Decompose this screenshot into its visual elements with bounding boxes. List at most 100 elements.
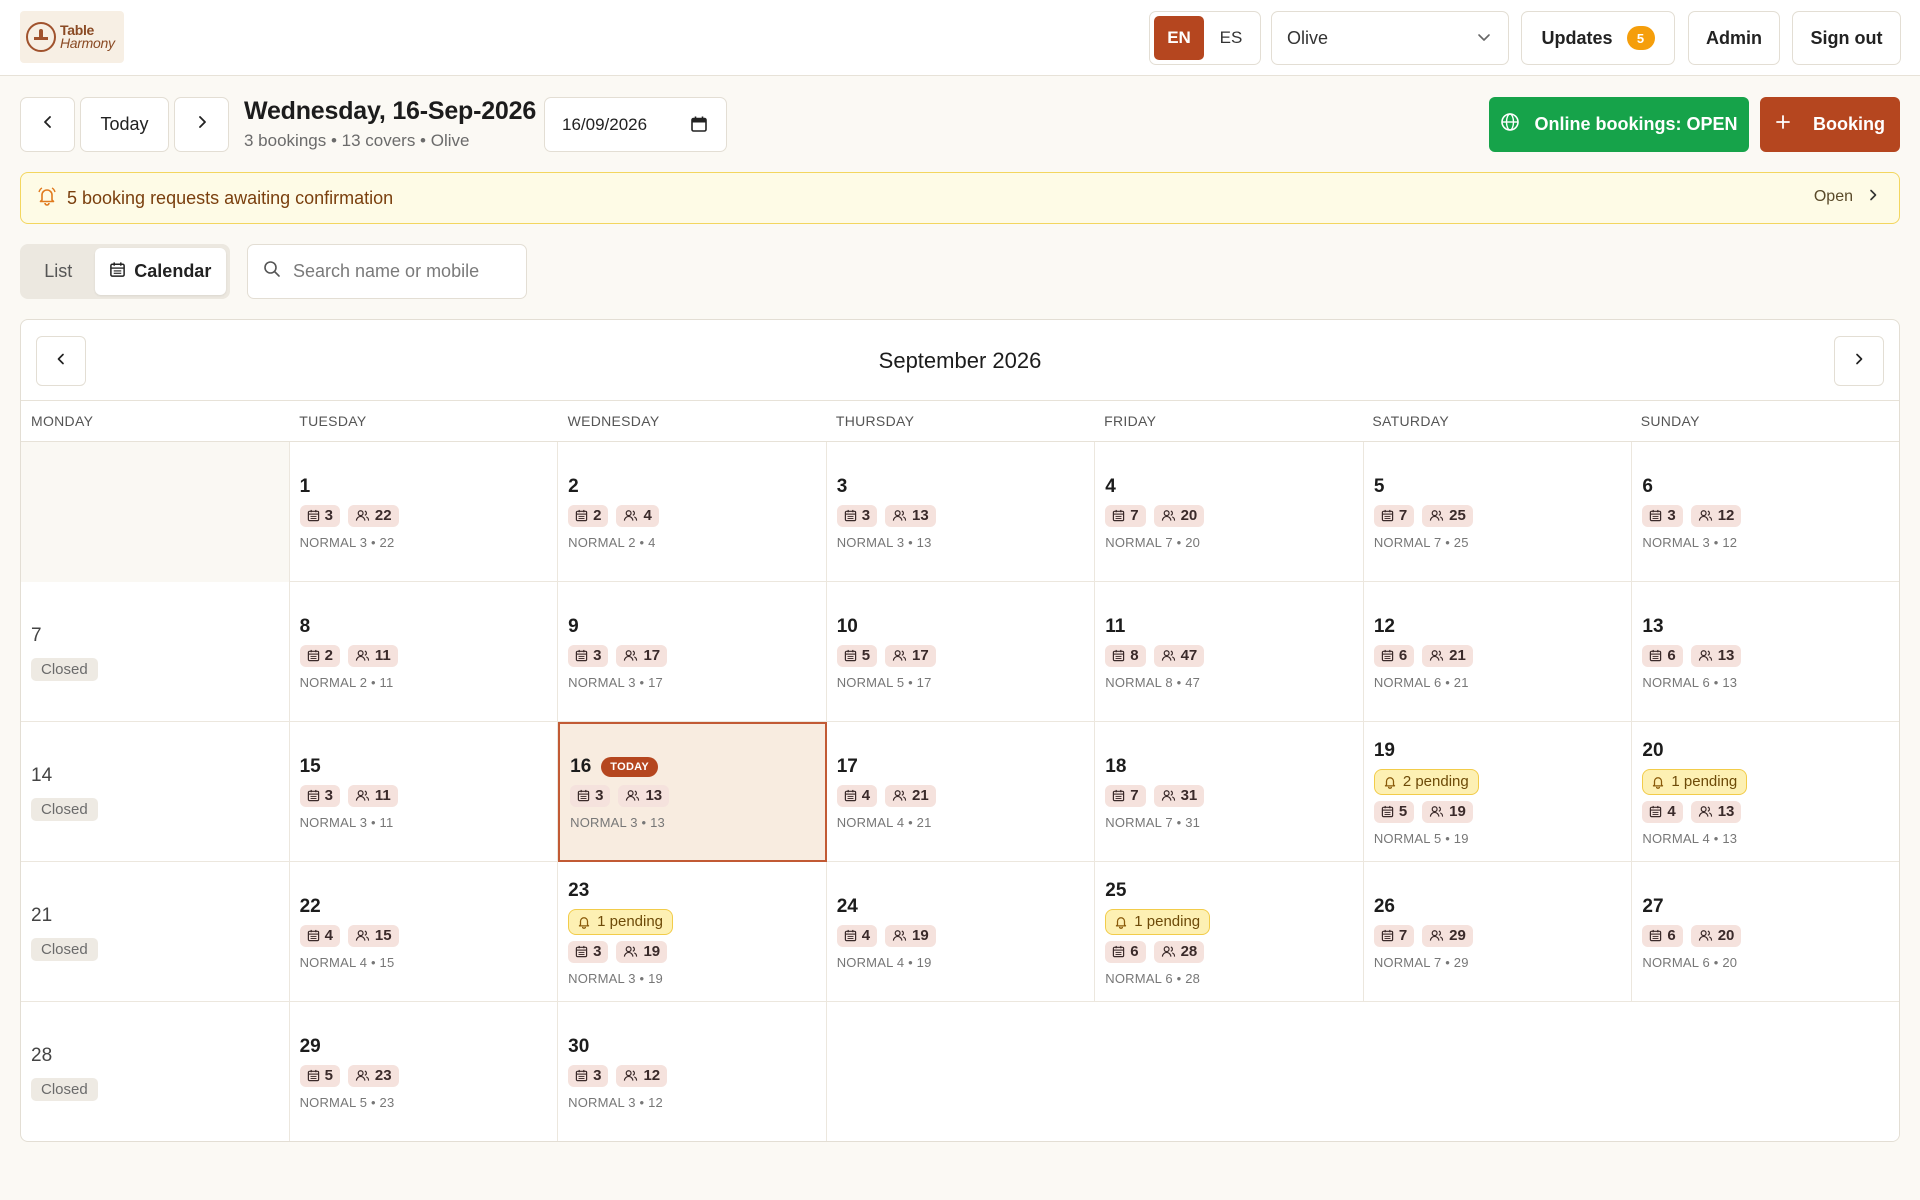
calendar-day-cell[interactable]: 18 7 31 NORMAL 7 • 31: [1095, 722, 1364, 862]
calendar-day-cell[interactable]: 26 7 29 NORMAL 7 • 29: [1364, 862, 1633, 1002]
day-number: 8: [300, 615, 550, 639]
calendar-day-cell[interactable]: 11 8 47 NORMAL 8 • 47: [1095, 582, 1364, 722]
calendar-day-cell[interactable]: 30 3 12 NORMAL 3 • 12: [558, 1002, 827, 1141]
bookings-count-chip: 3: [1642, 504, 1683, 527]
users-icon: [1698, 509, 1713, 522]
day-stats: 7 25: [1373, 504, 1624, 527]
next-month-button[interactable]: [1834, 336, 1884, 386]
calendar-day-cell[interactable]: 27 6 20 NORMAL 6 • 20: [1632, 862, 1899, 1002]
open-requests-label: Open: [1813, 188, 1853, 205]
lang-en-button[interactable]: EN: [1154, 16, 1204, 60]
users-icon: [355, 509, 370, 522]
calendar-day-cell[interactable]: 23 1 pending 3 19 NORMAL 3 • 19: [558, 862, 827, 1002]
users-icon: [355, 1069, 370, 1082]
day-stats: 6 13: [1642, 644, 1893, 667]
covers-count-value: 28: [1180, 943, 1198, 960]
covers-count-value: 29: [1449, 927, 1466, 944]
calendar-day-cell[interactable]: 7 Closed: [21, 582, 290, 722]
day-number-text: 12: [1373, 615, 1395, 637]
service-summary: NORMAL 6 • 20: [1642, 954, 1738, 970]
day-number: 6: [1642, 475, 1893, 499]
day-number-text: 17: [836, 755, 858, 777]
calendar-view-tab[interactable]: Calendar: [94, 248, 226, 295]
weekday-label: THURSDAY: [835, 413, 915, 429]
calendar-icon: [307, 929, 320, 942]
day-number-text: 15: [299, 755, 321, 777]
calendar-day-cell[interactable]: 24 4 19 NORMAL 4 • 19: [827, 862, 1096, 1002]
calendar-day-cell[interactable]: 25 1 pending 6 28 NORMAL 6 • 28: [1095, 862, 1364, 1002]
prev-day-button[interactable]: [20, 97, 75, 152]
bookings-count-value: 4: [861, 927, 871, 944]
calendar-day-cell[interactable]: 12 6 21 NORMAL 6 • 21: [1364, 582, 1633, 722]
calendar-day-cell-today[interactable]: 16 TODAY 3 13 NORMAL 3 • 13: [558, 722, 827, 862]
covers-count-chip: 22: [347, 504, 399, 527]
day-number-text: 13: [1642, 615, 1664, 637]
calendar-day-cell[interactable]: 28 Closed: [21, 1002, 290, 1141]
calendar-day-cell[interactable]: 3 3 13 NORMAL 3 • 13: [827, 442, 1096, 582]
calendar-day-cell[interactable]: 5 7 25 NORMAL 7 • 25: [1364, 442, 1633, 582]
day-number-text: 10: [836, 615, 858, 637]
bookings-count-value: 3: [593, 647, 602, 664]
covers-count-chip: 20: [1153, 504, 1205, 527]
sign-out-button[interactable]: Sign out: [1792, 11, 1901, 65]
calendar-day-cell[interactable]: 21 Closed: [21, 862, 290, 1002]
users-icon: [355, 649, 370, 662]
users-icon: [892, 789, 907, 802]
day-stats: 6 28: [1105, 940, 1355, 963]
today-button[interactable]: Today: [80, 97, 169, 152]
admin-button[interactable]: Admin: [1688, 11, 1780, 65]
calendar-icon: [1112, 649, 1125, 662]
next-day-button[interactable]: [174, 97, 229, 152]
bookings-count-chip: 6: [1373, 644, 1415, 667]
lang-es-button[interactable]: ES: [1206, 16, 1256, 60]
calendar-day-cell[interactable]: 10 5 17 NORMAL 5 • 17: [827, 582, 1096, 722]
calendar-day-cell[interactable]: 4 7 20 NORMAL 7 • 20: [1095, 442, 1364, 582]
calendar-day-cell[interactable]: 2 2 4 NORMAL 2 • 4: [558, 442, 827, 582]
closed-badge: Closed: [31, 1077, 98, 1101]
calendar-day-cell[interactable]: 20 1 pending 4 13 NORMAL 4 • 13: [1632, 722, 1899, 862]
new-booking-button[interactable]: Booking: [1760, 97, 1900, 152]
pending-requests-badge[interactable]: 2 pending: [1373, 768, 1479, 795]
online-bookings-toggle[interactable]: Online bookings: OPEN: [1489, 97, 1749, 152]
covers-count-value: 21: [1449, 647, 1466, 664]
covers-count-value: 13: [912, 507, 929, 524]
calendar-icon: [1649, 509, 1662, 522]
calendar-day-cell[interactable]: 19 2 pending 5 19 NORMAL 5 • 19: [1364, 722, 1633, 862]
open-requests-link[interactable]: Open: [1814, 188, 1879, 206]
calendar-day-cell[interactable]: 22 4 15 NORMAL 4 • 15: [290, 862, 559, 1002]
search-input[interactable]: [293, 261, 503, 282]
day-cell-content: 20 1 pending 4 13 NORMAL 4 • 13: [1642, 722, 1893, 862]
calendar-day-cell[interactable]: 14 Closed: [21, 722, 290, 862]
calendar-day-cell[interactable]: 8 2 11 NORMAL 2 • 11: [290, 582, 559, 722]
venue-select[interactable]: Olive: [1271, 11, 1509, 65]
app-logo[interactable]: Table Harmony: [20, 11, 124, 63]
day-stats: 4 15: [299, 924, 550, 947]
calendar-icon: [1112, 509, 1125, 522]
covers-count-chip: 12: [616, 1064, 668, 1087]
day-stats: 3 22: [299, 504, 550, 527]
calendar-day-cell[interactable]: 13 6 13 NORMAL 6 • 13: [1632, 582, 1899, 722]
day-number: 12: [1374, 615, 1624, 639]
calendar-day-cell[interactable]: 6 3 12 NORMAL 3 • 12: [1632, 442, 1899, 582]
calendar-day-cell[interactable]: 17 4 21 NORMAL 4 • 21: [827, 722, 1096, 862]
calendar-day-cell[interactable]: 15 3 11 NORMAL 3 • 11: [290, 722, 559, 862]
list-view-tab[interactable]: List: [24, 248, 93, 295]
pending-requests-badge[interactable]: 1 pending: [1642, 768, 1748, 795]
day-cell-content: 23 1 pending 3 19 NORMAL 3 • 19: [568, 862, 818, 1002]
calendar-day-cell[interactable]: 1 3 22 NORMAL 3 • 22: [290, 442, 559, 582]
covers-count-value: 15: [374, 927, 392, 944]
search-box: [247, 244, 527, 299]
calendar-day-cell[interactable]: 9 3 17 NORMAL 3 • 17: [558, 582, 827, 722]
calendar-icon: [1649, 805, 1662, 818]
day-number: 24: [837, 895, 1087, 919]
calendar-icon[interactable]: [690, 115, 708, 138]
pending-requests-badge[interactable]: 1 pending: [568, 908, 674, 935]
day-stats: 7 20: [1105, 504, 1355, 527]
month-title: September 2026: [878, 348, 1042, 373]
covers-count-value: 17: [912, 647, 929, 664]
updates-button[interactable]: Updates 5: [1521, 11, 1675, 65]
bookings-count-value: 6: [1667, 647, 1676, 664]
date-picker-input[interactable]: 16/09/2026: [544, 97, 727, 152]
pending-requests-badge[interactable]: 1 pending: [1105, 908, 1211, 935]
calendar-day-cell[interactable]: 29 5 23 NORMAL 5 • 23: [290, 1002, 559, 1141]
